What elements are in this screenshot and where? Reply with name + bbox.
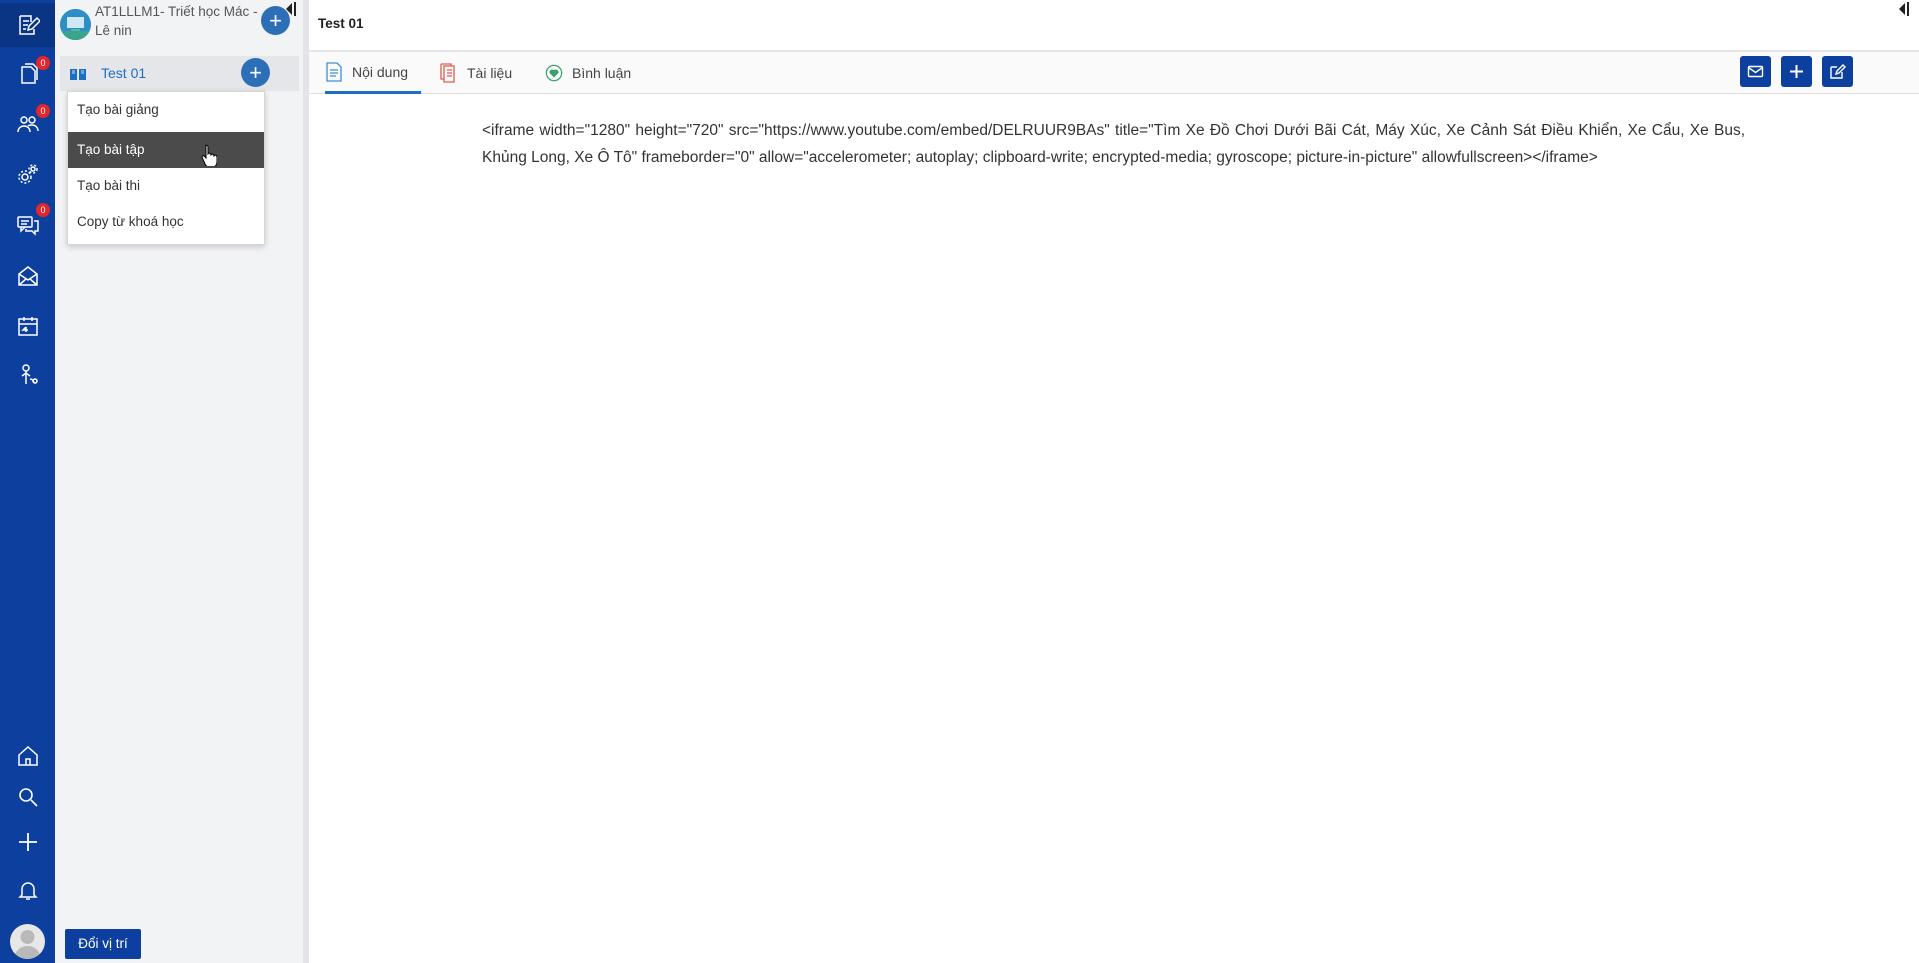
tab-materials[interactable]: Tài liệu [440,52,512,94]
lesson-label: Test 01 [101,65,147,81]
book-icon [70,69,86,80]
lesson-content: <iframe width="1280" height="720" src="h… [482,122,1745,166]
lesson-item[interactable]: Test 01 + [60,56,299,91]
files-icon [440,63,455,83]
documents-badge: 0 [36,56,50,70]
heart-chat-icon [545,64,563,82]
plus-icon: + [269,7,282,33]
tab-content-label: Nội dung [352,63,409,80]
rail-documents-button[interactable]: 0 [0,52,55,96]
rail-calendar-button[interactable] [0,304,55,348]
page-title: Test 01 [318,16,364,31]
menu-item-copy-from-course[interactable]: Copy từ khoá học [68,204,264,240]
rail-mail-button[interactable] [0,254,55,298]
users-badge: 0 [36,104,50,118]
bell-icon [17,882,38,900]
course-title[interactable]: AT1LLLM1- Triết học Mác - Lê nin [95,2,265,40]
plus-icon: + [249,59,262,85]
rail-users-button[interactable]: 0 [0,102,55,146]
chat-icon [16,216,39,236]
settings-gears-icon [17,164,38,184]
edit-icon [1830,64,1846,79]
rail-stats-button[interactable] [0,353,55,397]
edit-note-icon [18,15,40,35]
mail-open-icon [17,266,38,286]
course-header: AT1LLLM1- Triết học Mác - Lê nin + [55,0,303,48]
edit-content-button[interactable] [1822,56,1853,87]
mail-icon [1747,65,1764,78]
tab-content[interactable]: Nội dung [325,52,421,94]
home-icon [17,745,38,766]
rail-chat-button[interactable]: 0 [0,203,55,247]
rail-add-button[interactable] [0,820,55,864]
add-content-button[interactable] [1781,56,1812,87]
avatar[interactable] [10,924,45,959]
menu-item-create-lecture[interactable]: Tạo bài giảng [68,92,264,128]
icon-rail: 0 0 0 [0,0,55,963]
rail-home-button[interactable] [0,734,55,778]
collapse-sidebar-icon[interactable] [284,2,296,16]
calendar-icon [17,317,38,336]
rail-notifications-button[interactable] [0,868,55,912]
main-panel: Test 01 Nội dung Tài liệu Bình luận <ifr… [309,0,1919,963]
menu-item-create-exam[interactable]: Tạo bài thi [68,168,264,204]
send-mail-button[interactable] [1740,56,1771,87]
tab-comments[interactable]: Bình luận [545,52,631,94]
users-icon [16,116,39,133]
create-dropdown-menu: Tạo bài giảng Tạo bài tập Tạo bài thi Co… [67,91,265,245]
user-avatar-icon [14,930,41,959]
menu-item-create-assignment[interactable]: Tạo bài tập [68,132,264,168]
rail-settings-button[interactable] [0,153,55,197]
hand-cursor-icon [201,144,217,166]
course-logo-icon [60,9,91,40]
plus-icon [18,833,37,851]
tab-bar: Nội dung Tài liệu Bình luận [309,52,1919,94]
document-icon [326,61,342,82]
tab-comments-label: Bình luận [572,65,632,81]
reorder-button[interactable]: Đổi vị trí [65,929,141,959]
plus-icon [1790,65,1803,78]
chat-badge: 0 [36,203,50,217]
search-icon [18,788,38,807]
rail-edit-button[interactable] [0,3,55,47]
collapse-panel-icon[interactable] [1897,2,1911,16]
rail-search-button[interactable] [0,775,55,819]
hand-stats-icon [21,364,38,384]
course-logo [60,9,91,40]
tab-materials-label: Tài liệu [467,65,513,81]
lesson-add-button[interactable]: + [241,58,270,87]
